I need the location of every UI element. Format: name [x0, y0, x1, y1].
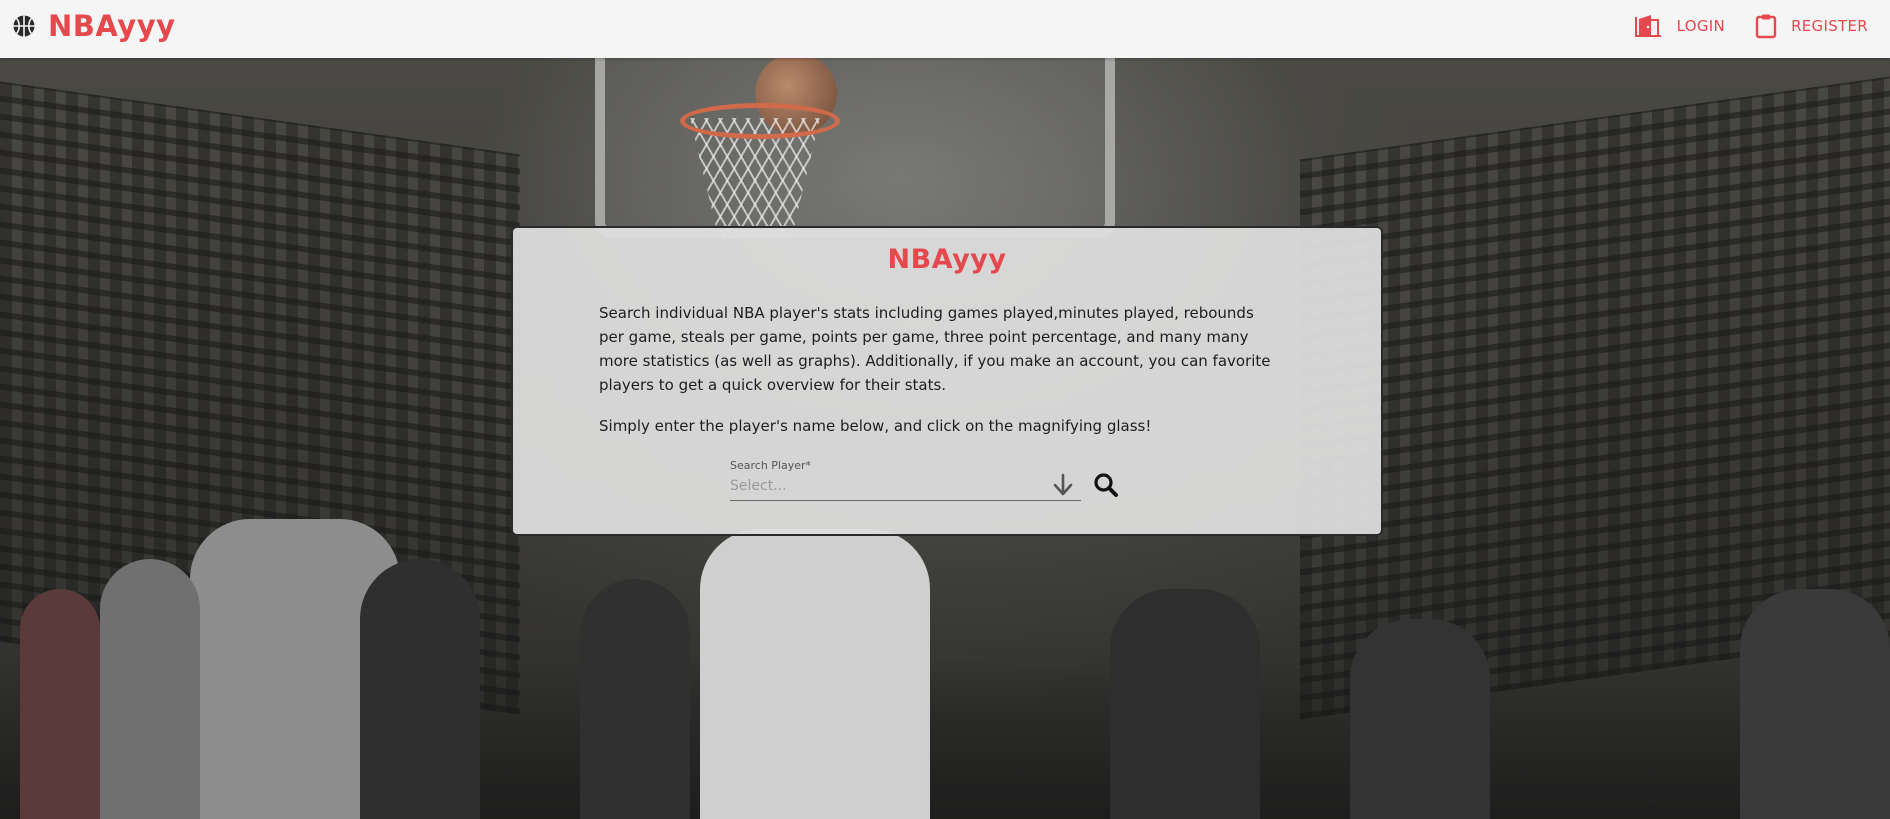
input-underline: [730, 500, 1081, 501]
person-silhouette: [20, 589, 100, 819]
basketball-icon: [13, 15, 35, 37]
brand-name: NBAyyy: [48, 9, 176, 43]
person-silhouette: [1350, 619, 1490, 819]
person-silhouette: [1110, 589, 1260, 819]
player-search-field: Search Player*: [730, 459, 1081, 501]
card-title: NBAyyy: [887, 244, 1007, 275]
clipboard-icon: [1755, 14, 1777, 39]
instruction-text: Simply enter the player's name below, an…: [599, 417, 1152, 435]
person-silhouette: [580, 579, 690, 819]
register-button[interactable]: REGISTER: [1755, 13, 1868, 39]
login-label: LOGIN: [1676, 17, 1726, 35]
nav-actions: LOGIN REGISTER: [1633, 0, 1868, 52]
search-card: NBAyyy Search individual NBA player's st…: [511, 226, 1383, 536]
door-icon: [1634, 15, 1661, 37]
person-silhouette: [700, 529, 930, 819]
search-icon[interactable]: [1093, 472, 1119, 502]
top-navbar: NBAyyy LOGIN REGISTER: [0, 0, 1890, 58]
search-player-label: Search Player*: [730, 459, 812, 472]
player-search-input[interactable]: [730, 475, 1040, 497]
brand-link[interactable]: NBAyyy: [12, 0, 176, 52]
arrow-down-icon[interactable]: [1052, 473, 1074, 501]
person-silhouette: [100, 559, 200, 819]
backboard: [595, 58, 1115, 238]
login-button[interactable]: LOGIN: [1633, 13, 1725, 39]
person-silhouette: [1740, 589, 1890, 819]
description-text: Search individual NBA player's stats inc…: [599, 304, 1271, 394]
register-label: REGISTER: [1791, 17, 1868, 35]
hoop-rim: [680, 103, 840, 139]
person-silhouette: [360, 559, 480, 819]
